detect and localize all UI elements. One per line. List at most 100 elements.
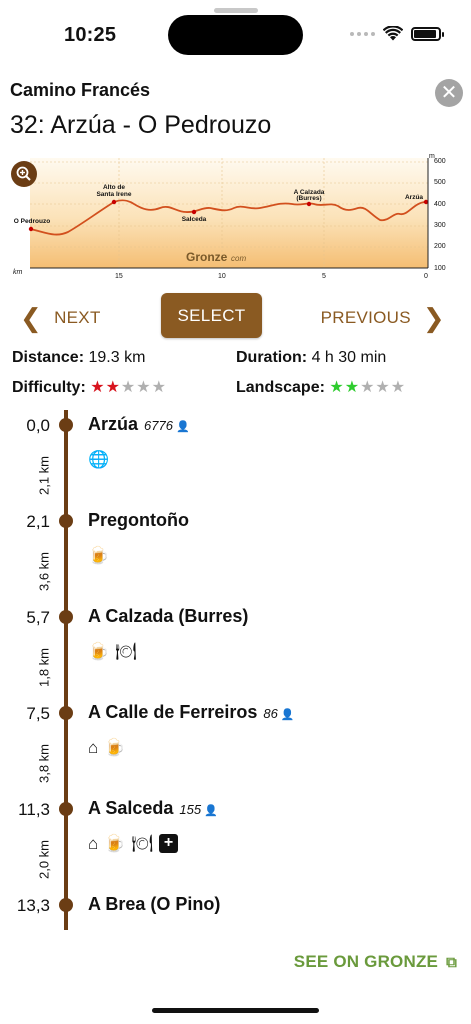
- next-label: NEXT: [54, 308, 101, 327]
- place-label: Alto de: [103, 184, 125, 191]
- profile-unit-km: km: [13, 269, 23, 276]
- stop-km: 0,0: [26, 416, 50, 435]
- stop-dot: [59, 802, 73, 816]
- place-label: (Burres): [296, 195, 321, 202]
- zoom-icon[interactable]: [11, 161, 37, 187]
- x-tick: 15: [115, 273, 123, 280]
- duration-value: 4 h 30 min: [311, 349, 387, 366]
- stop-services: 🌐: [88, 449, 109, 469]
- status-icons: [350, 26, 444, 41]
- stop-services: ⌂ 🍺: [88, 737, 125, 757]
- place-label: O Pedrouzo: [14, 218, 51, 225]
- segment-distance: 3,6 km: [36, 552, 52, 592]
- dynamic-island: [168, 15, 303, 55]
- duration-stat: Duration: 4 h 30 min: [236, 349, 387, 366]
- previous-label: PREVIOUS: [320, 308, 411, 327]
- stop-km: 13,3: [16, 896, 50, 915]
- stop-km: 11,3: [18, 800, 50, 819]
- stop-dot: [59, 418, 73, 432]
- stop-population: 6776 👤: [144, 418, 190, 433]
- see-on-gronze-link[interactable]: SEE ON GRONZE ⧉: [294, 952, 457, 972]
- person-icon: 👤: [172, 421, 190, 433]
- distance-stat: Distance: 19.3 km: [12, 349, 146, 366]
- pharmacy-icon: +: [159, 833, 179, 853]
- stage-header: Camino Francés 32: Arzúa - O Pedrouzo: [10, 80, 461, 140]
- stop-dot: [59, 610, 73, 624]
- home-indicator[interactable]: [152, 1008, 319, 1013]
- y-tick: 400: [434, 201, 446, 208]
- x-tick: 0: [424, 273, 428, 280]
- stop-services: ⌂ 🍺 🍽 +: [88, 833, 179, 853]
- y-tick: 100: [434, 265, 446, 272]
- restaurant-icon: 🍽: [131, 833, 154, 853]
- difficulty-stat: Difficulty: ★★★★★: [12, 379, 167, 396]
- gronze-watermark: Gronze: [186, 250, 228, 264]
- y-tick: 600: [434, 158, 446, 165]
- segment-distance: 3,8 km: [36, 744, 52, 784]
- x-tick: 5: [322, 273, 326, 280]
- see-on-gronze-label: SEE ON GRONZE: [293, 952, 439, 971]
- chevron-left-icon: ❮: [20, 303, 43, 333]
- next-button[interactable]: ❮ NEXT: [20, 305, 101, 331]
- route-name: Camino Francés: [10, 80, 151, 100]
- beer-icon: 🍺: [104, 833, 126, 853]
- timeline-line: [64, 410, 68, 930]
- place-label: Arzúa: [405, 194, 423, 201]
- beer-icon: 🍺: [88, 641, 110, 661]
- x-tick: 10: [218, 273, 226, 280]
- select-button[interactable]: SELECT: [161, 293, 262, 338]
- stop-population: 86 👤: [263, 706, 295, 721]
- elevation-chart: m 600 500 400 300 200 100 km 15 10 5 0 O…: [11, 153, 446, 280]
- segment-distance: 2,1 km: [36, 456, 52, 496]
- stage-timeline[interactable]: 0,0 Arzúa 6776 👤 🌐 2,1 km 2,1 Pregontoño 🍺 3,6 k…: [0, 410, 471, 930]
- external-link-icon: ⧉: [446, 953, 457, 971]
- y-tick: 200: [434, 243, 446, 250]
- chevron-right-icon: ❯: [422, 303, 445, 333]
- landscape-stars: ★★★★★: [329, 379, 407, 396]
- stop-name[interactable]: Arzúa 6776 👤: [88, 414, 190, 435]
- stage-title: 32: Arzúa - O Pedrouzo: [10, 111, 272, 139]
- stop-services: 🍺: [88, 545, 109, 565]
- close-button[interactable]: ✕: [435, 79, 463, 107]
- restaurant-icon: 🍽: [115, 641, 137, 661]
- battery-icon: [411, 26, 444, 41]
- place-label: Santa Irene: [96, 191, 131, 198]
- stop-name[interactable]: Pregontoño: [88, 510, 189, 531]
- place-label: Salceda: [182, 216, 207, 223]
- stop-name[interactable]: A Salceda 155 👤: [88, 798, 218, 819]
- stop-km: 7,5: [26, 704, 50, 723]
- stage-navigation: ❮ NEXT SELECT PREVIOUS ❯: [0, 293, 471, 339]
- difficulty-stars: ★★★★★: [90, 379, 167, 396]
- segment-distance: 2,0 km: [36, 840, 52, 880]
- previous-button[interactable]: PREVIOUS ❯: [321, 305, 445, 331]
- distance-value: 19.3 km: [88, 349, 146, 366]
- landscape-stat: Landscape: ★★★★★: [236, 379, 407, 396]
- gronze-watermark-sub: com: [231, 254, 246, 263]
- beer-icon: 🍺: [104, 737, 126, 757]
- y-tick: 500: [434, 179, 446, 186]
- signal-icon: [350, 31, 375, 36]
- beer-icon: 🍺: [88, 545, 110, 565]
- house-icon: ⌂: [88, 833, 99, 853]
- status-bar: 10:25: [0, 0, 471, 60]
- stop-name[interactable]: A Brea (O Pino): [88, 894, 220, 915]
- stop-dot: [59, 898, 73, 912]
- globe-icon: 🌐: [88, 449, 110, 469]
- sheet-grabber[interactable]: [214, 8, 258, 13]
- segment-distance: 1,8 km: [36, 648, 52, 688]
- person-icon: 👤: [201, 805, 218, 817]
- stop-name[interactable]: A Calle de Ferreiros 86 👤: [88, 702, 295, 723]
- y-tick: 300: [434, 222, 446, 229]
- wifi-icon: [383, 26, 403, 41]
- stop-dot: [59, 706, 73, 720]
- status-time: 10:25: [64, 24, 117, 46]
- stop-km: 2,1: [26, 512, 50, 531]
- house-icon: ⌂: [88, 737, 99, 757]
- stop-km: 5,7: [26, 608, 50, 627]
- stop-dot: [59, 514, 73, 528]
- stop-name[interactable]: A Calzada (Burres): [88, 606, 248, 627]
- stop-services: 🍺 🍽: [88, 641, 137, 661]
- person-icon: 👤: [277, 709, 295, 721]
- elevation-profile[interactable]: m 600 500 400 300 200 100 km 15 10 5 0 O…: [10, 152, 461, 280]
- stop-population: 155 👤: [179, 802, 218, 817]
